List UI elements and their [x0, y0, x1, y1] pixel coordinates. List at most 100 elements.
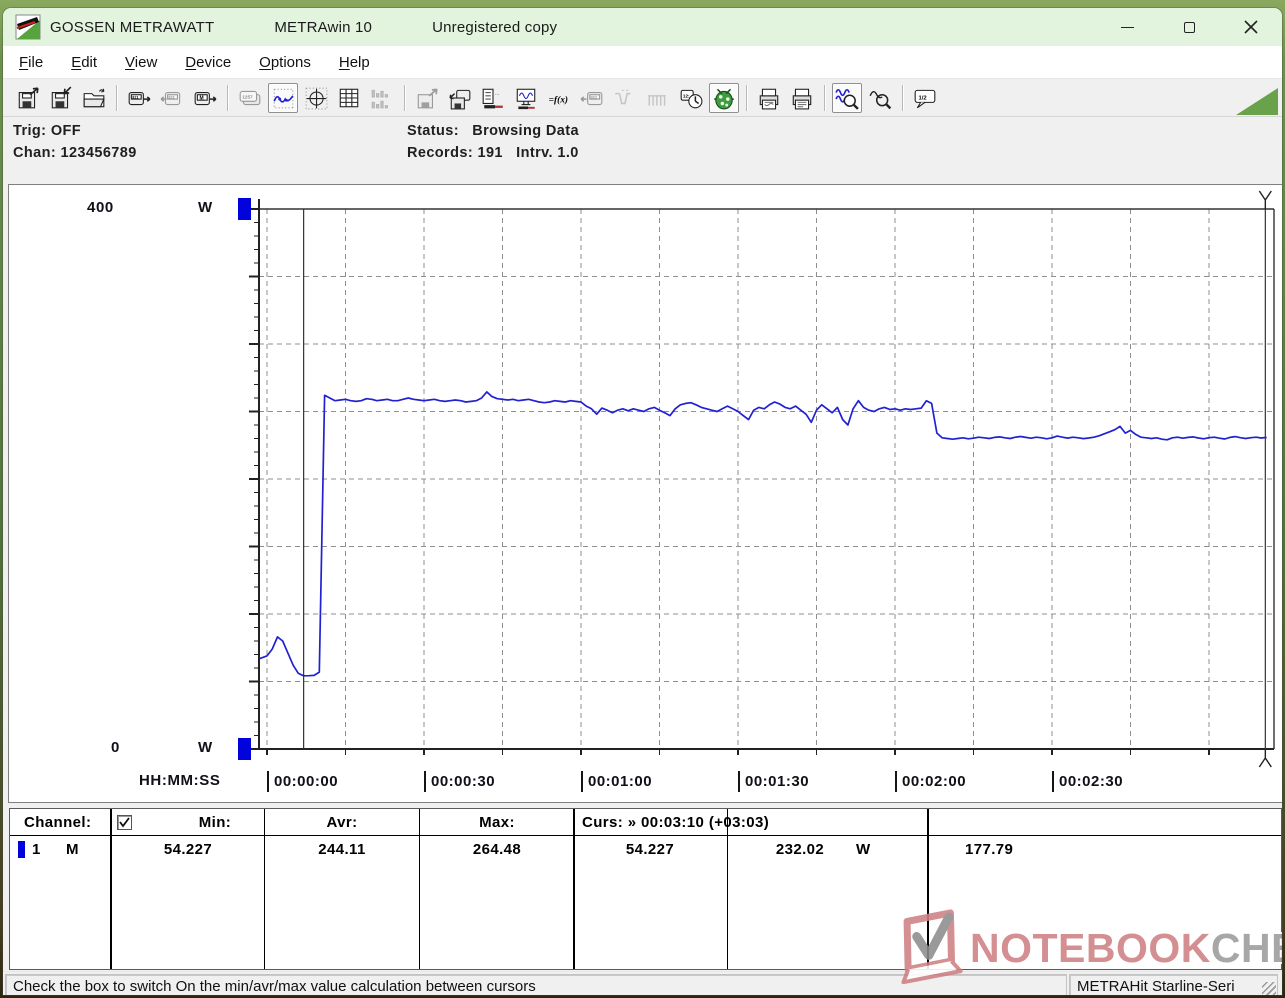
menu-file[interactable]: File [9, 50, 53, 75]
zoom-wave-button[interactable] [832, 82, 862, 113]
channel-color-marker [18, 841, 25, 858]
toolbar-separator [227, 84, 228, 111]
toolbar: 321 321 M 1257... =f(x) 321 12: 1/2 [3, 79, 1282, 117]
channel-stats-table: Channel: Min: Avr: Max: Curs: » 00:03:10… [9, 808, 1282, 970]
table-gridline [727, 809, 728, 969]
svg-text:1257: 1257 [242, 94, 253, 99]
y-axis-max-marker[interactable] [238, 198, 251, 220]
maximize-button[interactable] [1158, 8, 1220, 46]
toolbar-separator [902, 84, 903, 111]
y-axis-min-marker[interactable] [238, 738, 251, 760]
save-as-button[interactable] [13, 83, 43, 113]
print-preview-button[interactable] [754, 83, 784, 113]
svg-text:321: 321 [132, 94, 139, 99]
waveform-single-button [610, 83, 640, 113]
col-header-avr: Avr: [326, 814, 358, 831]
histogram-view-button [367, 83, 397, 113]
power-series-line [259, 391, 1267, 677]
monitor-wave-icon [516, 88, 536, 109]
menu-options[interactable]: Options [249, 50, 321, 75]
x-axis-format-label: HH:MM:SS [139, 772, 221, 789]
table-view-icon [339, 88, 359, 107]
annotation-button[interactable]: 1/2 [910, 83, 940, 113]
y-axis-min-label: 0 [111, 739, 120, 756]
svg-text:321: 321 [590, 94, 597, 99]
x-tick-label: 00:01:30 [738, 769, 809, 793]
device-send-button: 321 [577, 83, 607, 113]
device-read-button[interactable]: 321 [124, 83, 154, 113]
recording-status: Status: Browsing Data [407, 123, 579, 139]
trigger-status: Trig: OFF [13, 123, 82, 139]
x-tick-bar [738, 770, 740, 792]
device-memory-button[interactable]: M [190, 83, 220, 113]
monitor-wave-button[interactable] [511, 83, 541, 113]
print-button[interactable] [787, 83, 817, 113]
title-bar: GOSSEN METRAWATT METRAwin 10 Unregistere… [3, 8, 1282, 46]
x-tick-bar [267, 770, 269, 792]
table-view-button[interactable] [334, 83, 364, 113]
line-chart-view-icon [273, 88, 294, 108]
status-bar: Check the box to switch On the min/avr/m… [3, 971, 1282, 995]
svg-text:1/2: 1/2 [918, 95, 927, 101]
store-to-disk-icon [449, 89, 471, 109]
col-header-min: Min: [198, 814, 232, 831]
store-to-disk-button[interactable] [445, 83, 475, 113]
annotation-icon: 1/2 [914, 89, 936, 108]
menu-view[interactable]: View [115, 50, 167, 75]
cursor-handle-bottom[interactable] [1258, 749, 1272, 768]
table-gridline [419, 809, 420, 969]
cursor-handle-top[interactable] [1258, 190, 1272, 209]
app-window: GOSSEN METRAWATT METRAwin 10 Unregistere… [3, 8, 1282, 995]
scope-view-icon [305, 87, 328, 109]
export-disk-icon [417, 87, 438, 108]
power-line-chart[interactable] [9, 185, 1282, 802]
records-count: Records: 191 Intrv. 1.0 [407, 145, 579, 161]
debug-bug-icon [714, 88, 734, 109]
col-header-cursors: Curs: » 00:03:10 (+03:03) [582, 814, 770, 831]
menu-help[interactable]: Help [329, 50, 380, 75]
menu-device[interactable]: Device [175, 50, 241, 75]
x-tick-bar [581, 770, 583, 792]
minimize-button[interactable] [1096, 8, 1158, 46]
chart-panel[interactable]: 400 W 0 W HH:MM:SS 00:00:00 00:00:30 00:01… [8, 184, 1282, 803]
print-preview-icon [759, 88, 779, 109]
resize-grip-icon[interactable] [1262, 982, 1276, 995]
device-config-button[interactable]: ... [478, 83, 508, 113]
x-tick-label: 00:02:00 [895, 769, 966, 793]
y-axis-unit-top: W [198, 199, 213, 216]
debug-bug-button[interactable] [709, 82, 739, 113]
formula-icon: =f(x) [549, 94, 568, 105]
save-button[interactable] [46, 83, 76, 113]
x-axis-label-row: HH:MM:SS 00:00:00 00:00:30 00:01:00 00:01:3… [9, 769, 1282, 795]
print-icon [792, 88, 812, 109]
y-axis-max-label: 400 [87, 199, 114, 216]
device-memory-icon: M [194, 91, 217, 105]
cursor2-unit: W [856, 841, 871, 858]
timer-icon: 12: [680, 89, 703, 108]
close-button[interactable] [1220, 8, 1282, 46]
device-name-panel: METRAHit Starline-Seri [1069, 974, 1278, 995]
waveform-multi-icon [648, 94, 666, 106]
menu-edit[interactable]: Edit [61, 50, 107, 75]
timer-button[interactable]: 12: [676, 83, 706, 113]
formula-button[interactable]: =f(x) [544, 83, 574, 113]
minavrmax-checkbox[interactable] [117, 815, 132, 830]
x-tick-label: 00:00:00 [267, 769, 338, 793]
status-message-panel: Check the box to switch On the min/avr/m… [5, 974, 1067, 995]
max-value: 264.48 [472, 841, 522, 858]
device-name: METRAHit Starline-Seri [1077, 978, 1235, 995]
line-chart-view-button[interactable] [268, 82, 298, 113]
zoom-curve-button[interactable] [865, 83, 895, 113]
numeric-display-button: 1257 [235, 83, 265, 113]
col-header-channel: Channel: [24, 814, 92, 831]
open-folder-button[interactable] [79, 83, 109, 113]
minimize-icon [1120, 26, 1134, 28]
svg-text:...: ... [495, 91, 499, 96]
svg-text:M: M [200, 95, 204, 101]
status-message: Check the box to switch On the min/avr/m… [13, 978, 536, 995]
table-gridline [927, 809, 929, 969]
scope-view-button[interactable] [301, 83, 331, 113]
avr-value: 244.11 [318, 841, 366, 858]
table-gridline [110, 809, 112, 969]
waveform-multi-button [643, 83, 673, 113]
